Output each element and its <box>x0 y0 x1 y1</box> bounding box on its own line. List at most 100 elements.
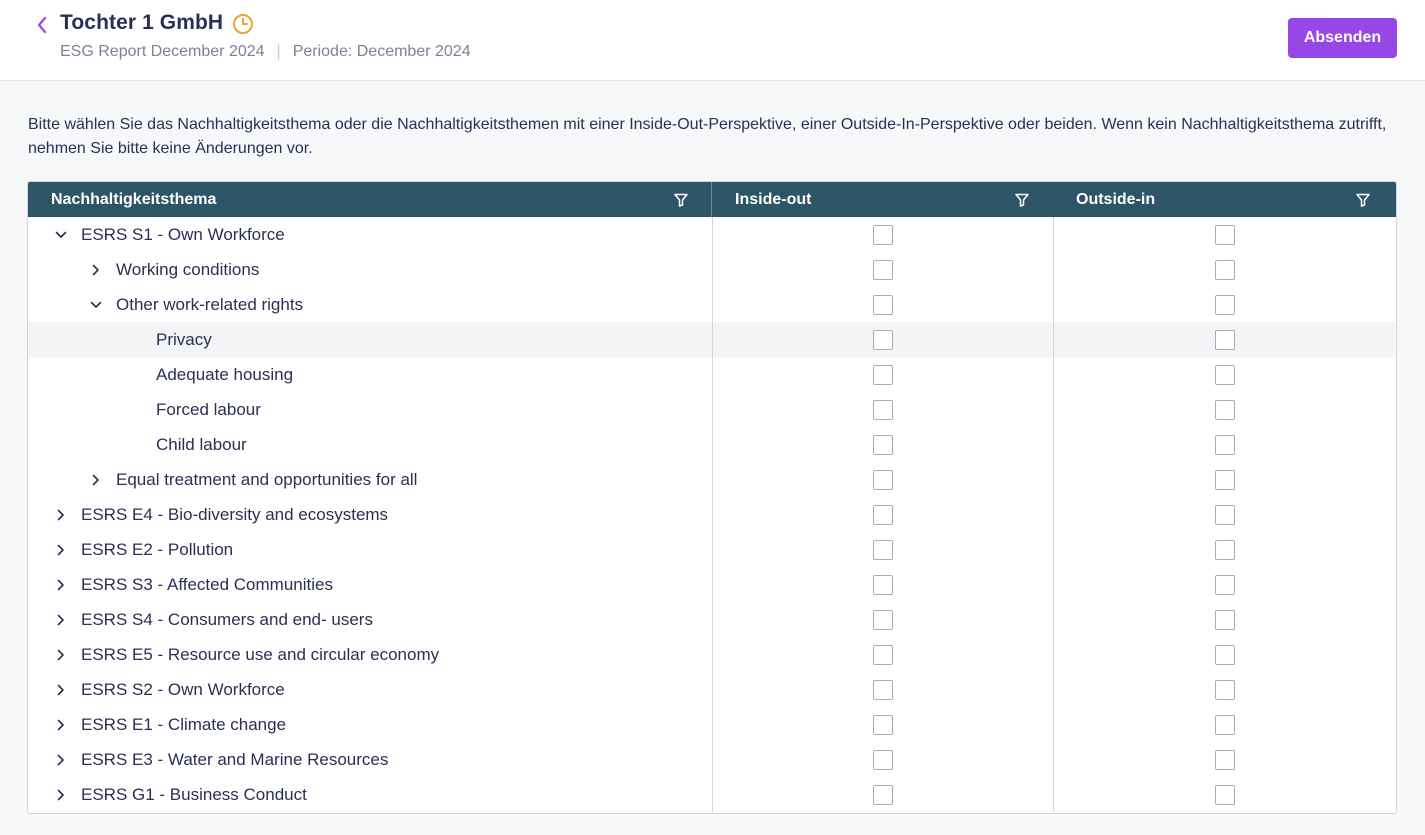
column-header-inside-out: Inside-out <box>712 182 1053 217</box>
outside-in-checkbox[interactable] <box>1214 504 1235 525</box>
inside-out-checkbox[interactable] <box>873 434 893 455</box>
outside-in-cell <box>1053 287 1395 322</box>
table-row[interactable]: ESRS E5 - Resource use and circular econ… <box>28 637 1396 672</box>
topic-label: ESRS E5 - Resource use and circular econ… <box>81 644 440 664</box>
chevron-down-icon[interactable] <box>53 227 69 243</box>
chevron-right-icon[interactable] <box>53 717 69 733</box>
inside-out-checkbox[interactable] <box>873 784 893 805</box>
chevron-right-icon[interactable] <box>53 542 69 558</box>
topic-cell: Working conditions <box>28 252 712 287</box>
inside-out-cell <box>712 322 1053 357</box>
outside-in-checkbox[interactable] <box>1214 574 1235 595</box>
topic-cell: ESRS E1 - Climate change <box>28 707 712 742</box>
inside-out-checkbox[interactable] <box>873 224 893 245</box>
outside-in-checkbox[interactable] <box>1214 259 1235 280</box>
report-subtitle: ESG Report December 2024 | Periode: Dece… <box>60 43 471 61</box>
filter-icon[interactable] <box>1355 192 1371 208</box>
inside-out-checkbox[interactable] <box>873 329 893 350</box>
outside-in-checkbox[interactable] <box>1214 609 1235 630</box>
page-header: Tochter 1 GmbH ESG Report December 2024 … <box>0 0 1425 81</box>
submit-button[interactable]: Absenden <box>1288 18 1397 58</box>
chevron-right-icon[interactable] <box>53 577 69 593</box>
outside-in-checkbox[interactable] <box>1214 364 1235 385</box>
table-row[interactable]: Forced labour <box>28 392 1396 427</box>
outside-in-checkbox[interactable] <box>1214 294 1235 315</box>
topic-cell: ESRS S3 - Affected Communities <box>28 567 712 602</box>
report-period: Periode: December 2024 <box>292 43 471 60</box>
table-row[interactable]: Equal treatment and opportunities for al… <box>28 462 1396 497</box>
inside-out-checkbox[interactable] <box>873 539 893 560</box>
chevron-right-icon[interactable] <box>53 647 69 663</box>
table-row[interactable]: Child labour <box>28 427 1396 462</box>
outside-in-checkbox[interactable] <box>1214 784 1235 805</box>
chevron-right-icon[interactable] <box>53 507 69 523</box>
chevron-down-icon[interactable] <box>88 297 104 313</box>
inside-out-cell <box>712 462 1053 497</box>
chevron-right-icon[interactable] <box>53 787 69 803</box>
table-row[interactable]: ESRS E3 - Water and Marine Resources <box>28 742 1396 777</box>
inside-out-checkbox[interactable] <box>873 749 893 770</box>
table-row[interactable]: ESRS E4 - Bio-diversity and ecosystems <box>28 497 1396 532</box>
topic-cell: ESRS G1 - Business Conduct <box>28 777 712 812</box>
chevron-right-icon[interactable] <box>88 472 104 488</box>
outside-in-cell <box>1053 672 1395 707</box>
table-row[interactable]: Privacy <box>28 322 1396 357</box>
inside-out-checkbox[interactable] <box>873 259 893 280</box>
topic-label: Child labour <box>156 434 247 454</box>
table-row[interactable]: Other work-related rights <box>28 287 1396 322</box>
outside-in-cell <box>1053 707 1395 742</box>
inside-out-cell <box>712 602 1053 637</box>
inside-out-checkbox[interactable] <box>873 609 893 630</box>
table-row[interactable]: Working conditions <box>28 252 1396 287</box>
clock-icon <box>233 14 253 34</box>
outside-in-checkbox[interactable] <box>1214 679 1235 700</box>
page-title: Tochter 1 GmbH <box>60 11 224 34</box>
topic-cell: ESRS E2 - Pollution <box>28 532 712 567</box>
inside-out-cell <box>712 357 1053 392</box>
table-row[interactable]: ESRS G1 - Business Conduct <box>28 777 1396 812</box>
inside-out-checkbox[interactable] <box>873 574 893 595</box>
outside-in-checkbox[interactable] <box>1214 434 1235 455</box>
inside-out-cell <box>712 252 1053 287</box>
chevron-right-icon[interactable] <box>88 262 104 278</box>
topic-cell: Other work-related rights <box>28 287 712 322</box>
chevron-right-icon[interactable] <box>53 612 69 628</box>
table-row[interactable]: ESRS S4 - Consumers and end- users <box>28 602 1396 637</box>
outside-in-checkbox[interactable] <box>1214 469 1235 490</box>
instructions-text: Bitte wählen Sie das Nachhaltigkeitsthem… <box>28 116 1387 157</box>
outside-in-checkbox[interactable] <box>1214 224 1235 245</box>
table-row[interactable]: ESRS S2 - Own Workforce <box>28 672 1396 707</box>
inside-out-checkbox[interactable] <box>873 644 893 665</box>
inside-out-checkbox[interactable] <box>873 679 893 700</box>
filter-icon[interactable] <box>673 192 689 208</box>
outside-in-checkbox[interactable] <box>1214 644 1235 665</box>
table-body: ESRS S1 - Own Workforce Working condition… <box>28 217 1396 812</box>
back-button[interactable] <box>32 14 52 36</box>
topic-label: ESRS E4 - Bio-diversity and ecosystems <box>81 504 389 524</box>
table-row[interactable]: ESRS E1 - Climate change <box>28 707 1396 742</box>
outside-in-cell <box>1053 427 1395 462</box>
outside-in-checkbox[interactable] <box>1214 399 1235 420</box>
inside-out-checkbox[interactable] <box>873 364 893 385</box>
table-row[interactable]: Adequate housing <box>28 357 1396 392</box>
chevron-right-icon[interactable] <box>53 752 69 768</box>
table-row[interactable]: ESRS S3 - Affected Communities <box>28 567 1396 602</box>
filter-icon[interactable] <box>1014 192 1030 208</box>
outside-in-checkbox[interactable] <box>1214 539 1235 560</box>
inside-out-checkbox[interactable] <box>873 399 893 420</box>
inside-out-checkbox[interactable] <box>873 294 893 315</box>
outside-in-checkbox[interactable] <box>1214 329 1235 350</box>
inside-out-checkbox[interactable] <box>873 469 893 490</box>
outside-in-checkbox[interactable] <box>1214 749 1235 770</box>
chevron-right-icon[interactable] <box>53 682 69 698</box>
topic-label: ESRS G1 - Business Conduct <box>81 784 307 804</box>
table-row[interactable]: ESRS S1 - Own Workforce <box>28 217 1396 252</box>
outside-in-cell <box>1053 462 1395 497</box>
topic-label: ESRS E3 - Water and Marine Resources <box>81 749 389 769</box>
outside-in-cell <box>1053 392 1395 427</box>
topic-cell: Adequate housing <box>28 357 712 392</box>
outside-in-checkbox[interactable] <box>1214 714 1235 735</box>
inside-out-checkbox[interactable] <box>873 714 893 735</box>
table-row[interactable]: ESRS E2 - Pollution <box>28 532 1396 567</box>
inside-out-checkbox[interactable] <box>873 504 893 525</box>
